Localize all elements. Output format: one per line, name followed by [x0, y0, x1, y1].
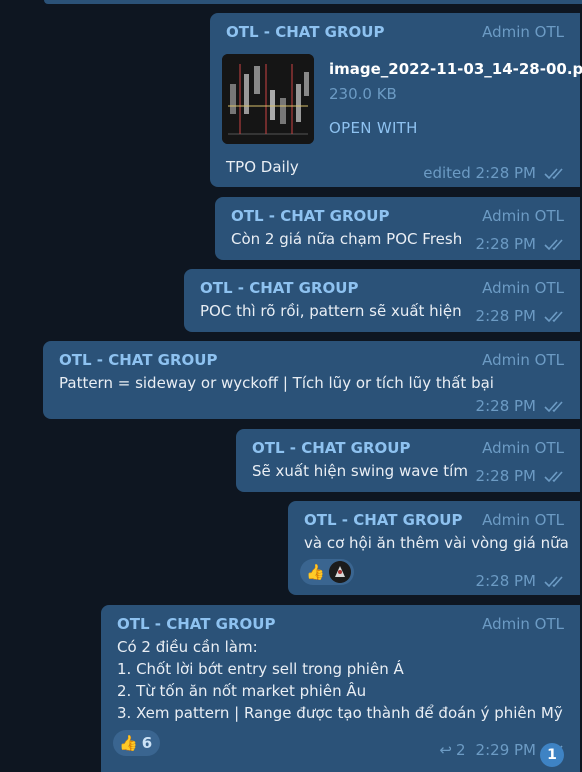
- message-bubble[interactable]: OTL - CHAT GROUP Admin OTL POC thì rõ rồ…: [184, 269, 580, 332]
- double-check-icon: [544, 401, 563, 413]
- message-meta: 2:28 PM: [476, 397, 568, 415]
- message-time: 2:28 PM: [475, 397, 536, 415]
- message-bubble-file[interactable]: OTL - CHAT GROUP Admin OTL image_2022-11…: [210, 13, 582, 187]
- message-meta: 2:28 PM: [476, 307, 568, 325]
- sender-name[interactable]: OTL - CHAT GROUP: [117, 615, 275, 633]
- previous-message-edge: [44, 0, 582, 4]
- reactor-avatar[interactable]: [328, 561, 351, 583]
- double-check-icon: [544, 576, 563, 588]
- message-line: 1. Chốt lời bớt entry sell trong phiên Á: [117, 660, 404, 678]
- thumbs-up-icon: 👍: [306, 562, 325, 581]
- message-text: và cơ hội ăn thêm vài vòng giá nữa: [304, 534, 569, 552]
- sender-name[interactable]: OTL - CHAT GROUP: [226, 23, 384, 41]
- sender-name[interactable]: OTL - CHAT GROUP: [252, 439, 410, 457]
- message-text: Sẽ xuất hiện swing wave tím: [252, 462, 468, 480]
- sender-role: Admin OTL: [482, 439, 564, 457]
- message-meta: edited 2:28 PM: [423, 164, 568, 182]
- reaction-chip[interactable]: 👍: [300, 559, 354, 585]
- sender-role: Admin OTL: [482, 351, 564, 369]
- double-check-icon: [544, 168, 563, 180]
- message-line: 3. Xem pattern | Range được tạo thành để…: [117, 704, 563, 722]
- message-time: 2:28 PM: [475, 235, 536, 253]
- reaction-chip[interactable]: 👍 6: [113, 730, 161, 756]
- reaction-count: 6: [141, 734, 153, 752]
- message-meta: 2:28 PM: [476, 235, 568, 253]
- sender-role: Admin OTL: [482, 23, 564, 41]
- reply-icon: ↩: [439, 741, 452, 759]
- message-text: TPO Daily: [226, 158, 299, 176]
- message-meta: 2:28 PM: [476, 467, 568, 485]
- message-bubble[interactable]: OTL - CHAT GROUP Admin OTL Còn 2 giá nữa…: [215, 197, 580, 260]
- image-thumbnail[interactable]: [222, 54, 314, 144]
- message-line: Có 2 điều cần làm:: [117, 638, 258, 656]
- file-name: image_2022-11-03_14-28-00.png: [329, 60, 582, 78]
- sender-role: Admin OTL: [482, 615, 564, 633]
- message-bubble[interactable]: OTL - CHAT GROUP Admin OTL và cơ hội ăn …: [288, 501, 580, 595]
- message-text: Còn 2 giá nữa chạm POC Fresh: [231, 230, 463, 248]
- sender-name[interactable]: OTL - CHAT GROUP: [304, 511, 462, 529]
- thumbs-up-icon: 👍: [119, 733, 138, 752]
- avatar-image-icon: [328, 561, 351, 583]
- double-check-icon: [544, 311, 563, 323]
- message-bubble[interactable]: OTL - CHAT GROUP Admin OTL Pattern = sid…: [43, 341, 580, 419]
- sender-role: Admin OTL: [482, 207, 564, 225]
- sender-name[interactable]: OTL - CHAT GROUP: [200, 279, 358, 297]
- replies-button[interactable]: ↩ 2: [439, 741, 465, 759]
- double-check-icon: [544, 471, 563, 483]
- sender-role: Admin OTL: [482, 279, 564, 297]
- message-text: Pattern = sideway or wyckoff | Tích lũy …: [59, 374, 494, 392]
- message-time: 2:28 PM: [475, 572, 536, 590]
- message-meta: 2:28 PM: [476, 572, 568, 590]
- message-time: edited 2:28 PM: [423, 164, 536, 182]
- message-line: 2. Từ tốn ăn nốt market phiên Âu: [117, 682, 367, 700]
- unread-badge[interactable]: 1: [540, 743, 564, 767]
- open-with-button[interactable]: OPEN WITH: [329, 119, 418, 137]
- chart-preview-icon: [222, 54, 314, 144]
- message-bubble[interactable]: OTL - CHAT GROUP Admin OTL Sẽ xuất hiện …: [236, 429, 580, 492]
- sender-role: Admin OTL: [482, 511, 564, 529]
- sender-name[interactable]: OTL - CHAT GROUP: [59, 351, 217, 369]
- message-time: 2:29 PM: [475, 741, 536, 759]
- message-text: POC thì rõ rồi, pattern sẽ xuất hiện: [200, 302, 462, 320]
- message-time: 2:28 PM: [475, 467, 536, 485]
- file-size: 230.0 KB: [329, 85, 397, 103]
- message-bubble[interactable]: OTL - CHAT GROUP Admin OTL Có 2 điều cần…: [101, 605, 580, 772]
- message-time: 2:28 PM: [475, 307, 536, 325]
- sender-name[interactable]: OTL - CHAT GROUP: [231, 207, 389, 225]
- reply-count: 2: [456, 741, 466, 759]
- double-check-icon: [544, 239, 563, 251]
